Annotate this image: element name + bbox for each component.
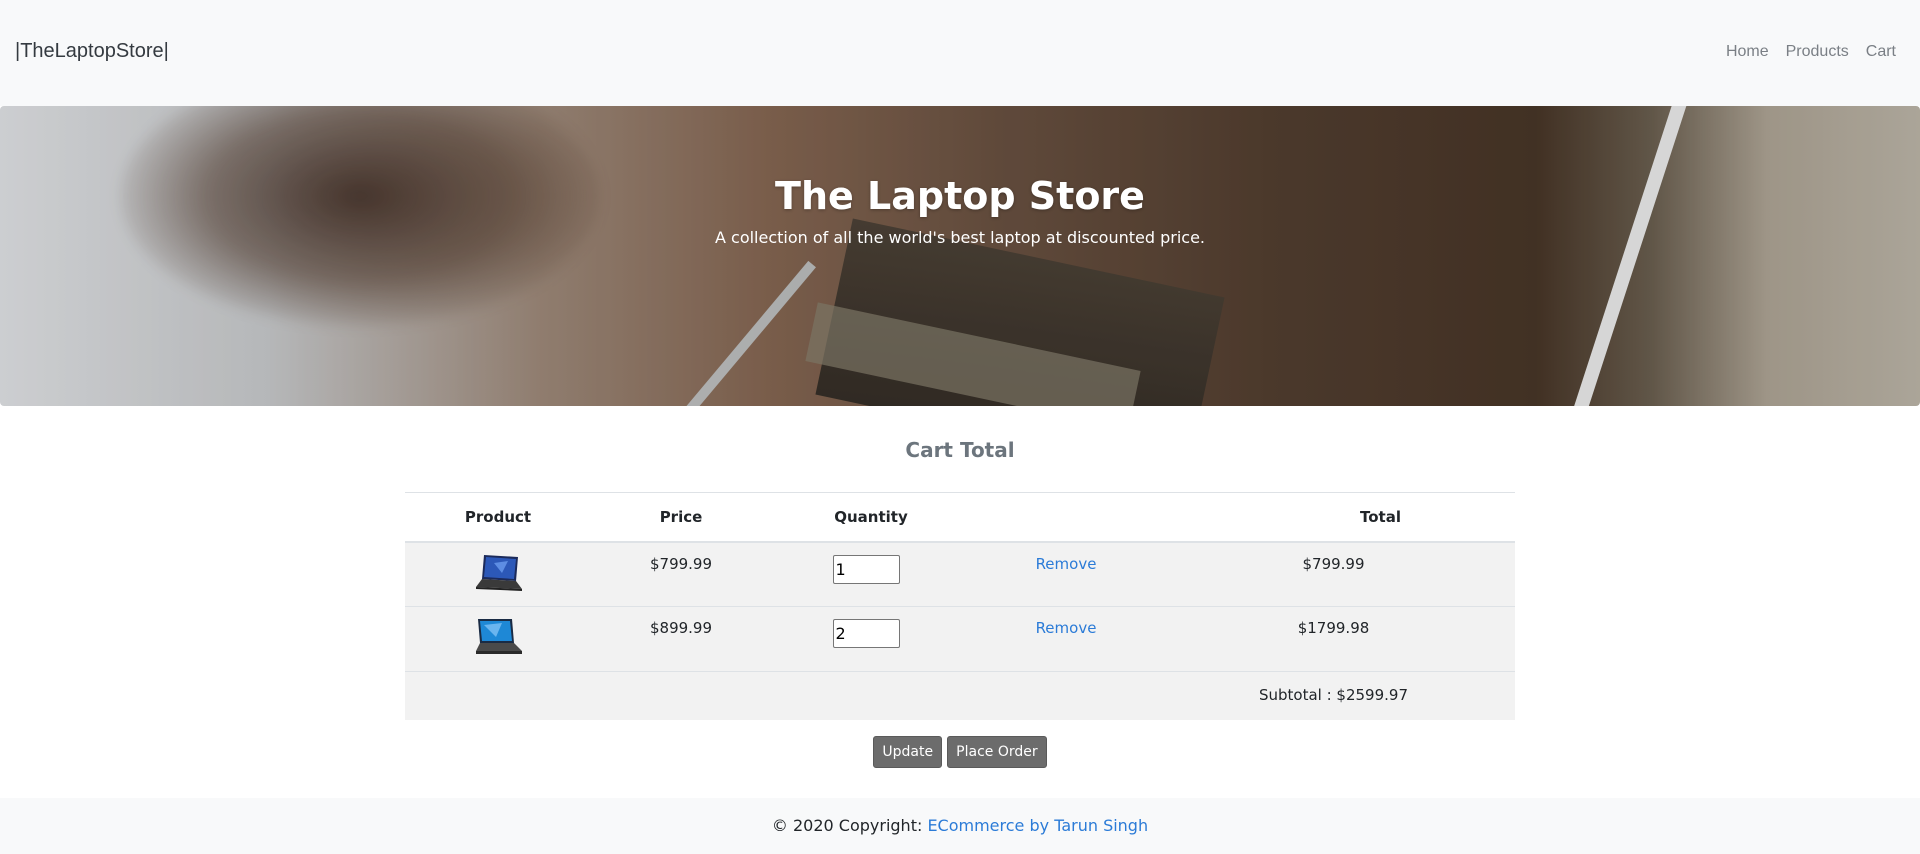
cart-heading: Cart Total [905,438,1015,462]
quantity-cell [771,606,971,672]
row-total: $1799.98 [1297,619,1370,637]
cart-row: $799.99 Remove $799.99 [405,541,1515,607]
quantity-input[interactable] [832,554,900,584]
column-header-total: Total [1161,492,1515,543]
remove-cell: Remove [971,606,1161,672]
price-cell: $899.99 [591,606,771,672]
quantity-cell [771,541,971,607]
hero-banner: The Laptop Store A collection of all the… [0,106,1920,406]
navbar: |TheLaptopStore| Home Products Cart [0,0,1920,106]
remove-link[interactable]: Remove [1036,555,1097,573]
nav-cart-link[interactable]: Cart [1866,43,1896,61]
product-cell [405,606,591,672]
hero-subtitle: A collection of all the world's best lap… [714,228,1206,247]
subtotal-text: Subtotal : $2599.97 [1258,686,1408,704]
nav-links: Home Products Cart [1726,43,1896,61]
subtotal-empty-cell [591,671,771,720]
update-button[interactable]: Update [873,736,943,768]
quantity-input[interactable] [832,619,900,648]
subtotal-empty-cell [405,671,591,720]
subtotal-row: Subtotal : $2599.97 [405,671,1515,720]
cart-table: Product Price Quantity Total $799.99 1 R… [405,492,1515,720]
laptop-icon[interactable] [472,553,524,593]
hero-overlay [0,106,1920,406]
footer: © 2020 Copyright: ECommerce by Tarun Sin… [0,798,1920,854]
subtotal-cell: Subtotal : $2599.97 [1161,671,1515,720]
row-total: $799.99 [1302,554,1365,573]
price-cell: $799.99 [591,541,771,607]
remove-link[interactable]: Remove [1036,619,1097,637]
cart-table-header: Product Price Quantity Total [405,492,1515,543]
nav-home-link[interactable]: Home [1726,43,1769,61]
remove-cell: Remove [971,541,1161,607]
hero-title: The Laptop Store [775,174,1145,218]
cart-actions: Update Place Order [0,736,1920,768]
total-cell: $1799.98 [1161,606,1515,672]
column-header-quantity: Quantity [771,492,971,543]
footer-author-link[interactable]: ECommerce by Tarun Singh [927,816,1148,835]
laptop-icon[interactable] [472,617,524,657]
product-cell [405,541,591,607]
nav-products-link[interactable]: Products [1786,43,1849,61]
brand-logo[interactable]: |TheLaptopStore| [15,40,169,63]
column-header-product: Product [405,492,591,543]
column-header-total-label: Total [1360,507,1401,526]
total-cell: $799.99 [1161,541,1515,607]
subtotal-empty-cell [771,671,971,720]
footer-copyright: © 2020 Copyright: [771,816,928,835]
place-order-button[interactable]: Place Order [947,736,1047,768]
column-header-price: Price [591,492,771,543]
cart-row: $899.99 Remove $1799.98 [405,606,1515,672]
subtotal-empty-cell [971,671,1161,720]
column-header-remove [971,492,1161,543]
